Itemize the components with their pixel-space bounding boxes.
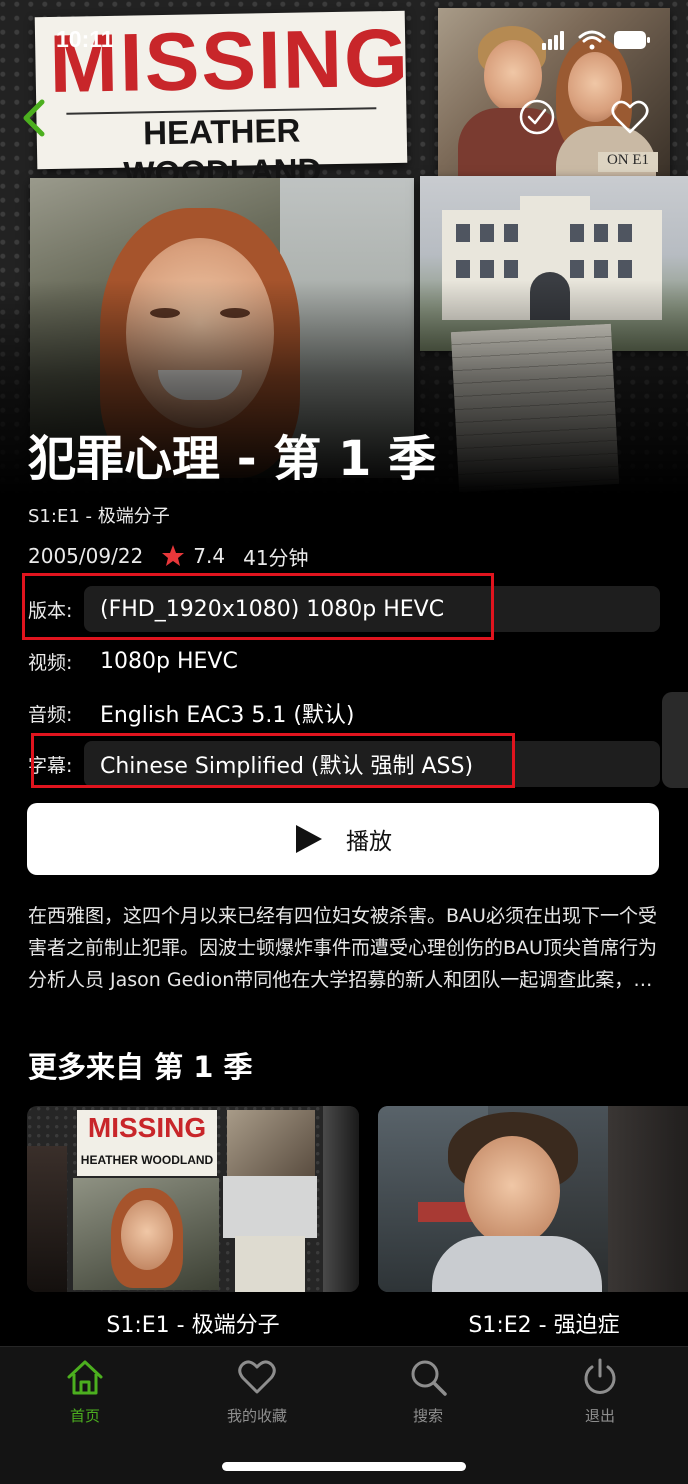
tab-home[interactable]: 首页 bbox=[25, 1347, 145, 1437]
episode-card[interactable]: MISSING HEATHER WOODLAND S1:E1 - 极端分子 bbox=[27, 1106, 359, 1344]
check-circle-icon bbox=[519, 99, 555, 135]
battery-icon bbox=[614, 31, 650, 49]
signal-icon bbox=[542, 31, 564, 50]
missing-poster-name: HEATHER WOODLAND bbox=[66, 107, 378, 192]
status-icons bbox=[542, 30, 650, 50]
rating: 7.4 bbox=[193, 544, 226, 568]
hero-backdrop: MISSING HEATHER WOODLAND ON E1 bbox=[0, 0, 688, 495]
air-date: 2005/09/22 bbox=[28, 544, 144, 568]
heart-icon bbox=[611, 100, 649, 134]
episode-card[interactable]: S1:E2 - 强迫症 bbox=[378, 1106, 688, 1344]
episode-code: S1:E1 - 极端分子 bbox=[28, 506, 170, 527]
back-button[interactable] bbox=[18, 98, 52, 138]
version-highlight-box bbox=[22, 573, 494, 640]
video-row: 视频: 1080p HEVC bbox=[28, 638, 660, 684]
mark-watched-button[interactable] bbox=[518, 98, 556, 136]
subtitle-highlight-box bbox=[31, 733, 515, 788]
tab-search[interactable]: 搜索 bbox=[368, 1347, 488, 1437]
video-label: 视频: bbox=[28, 651, 73, 674]
tab-favorites-label: 我的收藏 bbox=[226, 1407, 287, 1425]
heart-icon bbox=[238, 1360, 276, 1394]
episode-label: S1:E2 - 强迫症 bbox=[468, 1313, 620, 1338]
video-value: 1080p HEVC bbox=[100, 648, 238, 674]
photo-stamp: ON E1 bbox=[598, 152, 658, 172]
meta-row: 2005/09/22 7.4 41分钟 bbox=[28, 538, 628, 574]
audio-select[interactable]: English EAC3 5.1 (默认) bbox=[84, 690, 660, 736]
episode-thumbnail: MISSING HEATHER WOODLAND bbox=[27, 1106, 359, 1292]
play-icon bbox=[296, 825, 322, 853]
power-icon bbox=[584, 1358, 616, 1394]
episode-overview[interactable]: 在西雅图，这四个月以来已经有四位妇女被杀害。BAU必须在出现下一个受害者之前制止… bbox=[28, 900, 660, 996]
star-icon bbox=[162, 545, 185, 566]
duration: 41分钟 bbox=[243, 545, 309, 570]
play-label: 播放 bbox=[346, 829, 392, 855]
show-title: 犯罪心理 - 第 1 季 bbox=[28, 431, 437, 487]
tab-search-label: 搜索 bbox=[412, 1407, 443, 1425]
home-indicator bbox=[222, 1462, 466, 1471]
chevron-left-icon bbox=[23, 99, 45, 137]
thumb-missing-name: HEATHER WOODLAND bbox=[80, 1153, 214, 1167]
tab-logout-label: 退出 bbox=[584, 1407, 615, 1425]
more-section-title: 更多来自 第 1 季 bbox=[28, 1050, 253, 1084]
thumb-missing-word: MISSING bbox=[87, 1112, 207, 1143]
home-icon bbox=[67, 1360, 103, 1395]
side-drawer-handle[interactable] bbox=[662, 692, 688, 788]
audio-label: 音频: bbox=[28, 703, 73, 726]
tab-home-label: 首页 bbox=[69, 1407, 100, 1425]
tab-logout[interactable]: 退出 bbox=[540, 1347, 660, 1437]
favorite-button[interactable] bbox=[610, 98, 650, 136]
status-time: 10:11 bbox=[56, 26, 114, 52]
tab-favorites[interactable]: 我的收藏 bbox=[197, 1347, 317, 1437]
play-button[interactable]: 播放 bbox=[27, 803, 659, 875]
wifi-icon bbox=[578, 30, 606, 43]
episode-label: S1:E1 - 极端分子 bbox=[106, 1313, 280, 1338]
episode-thumbnail bbox=[378, 1106, 688, 1292]
search-icon bbox=[411, 1360, 447, 1396]
audio-row: 音频: English EAC3 5.1 (默认) bbox=[28, 690, 660, 736]
